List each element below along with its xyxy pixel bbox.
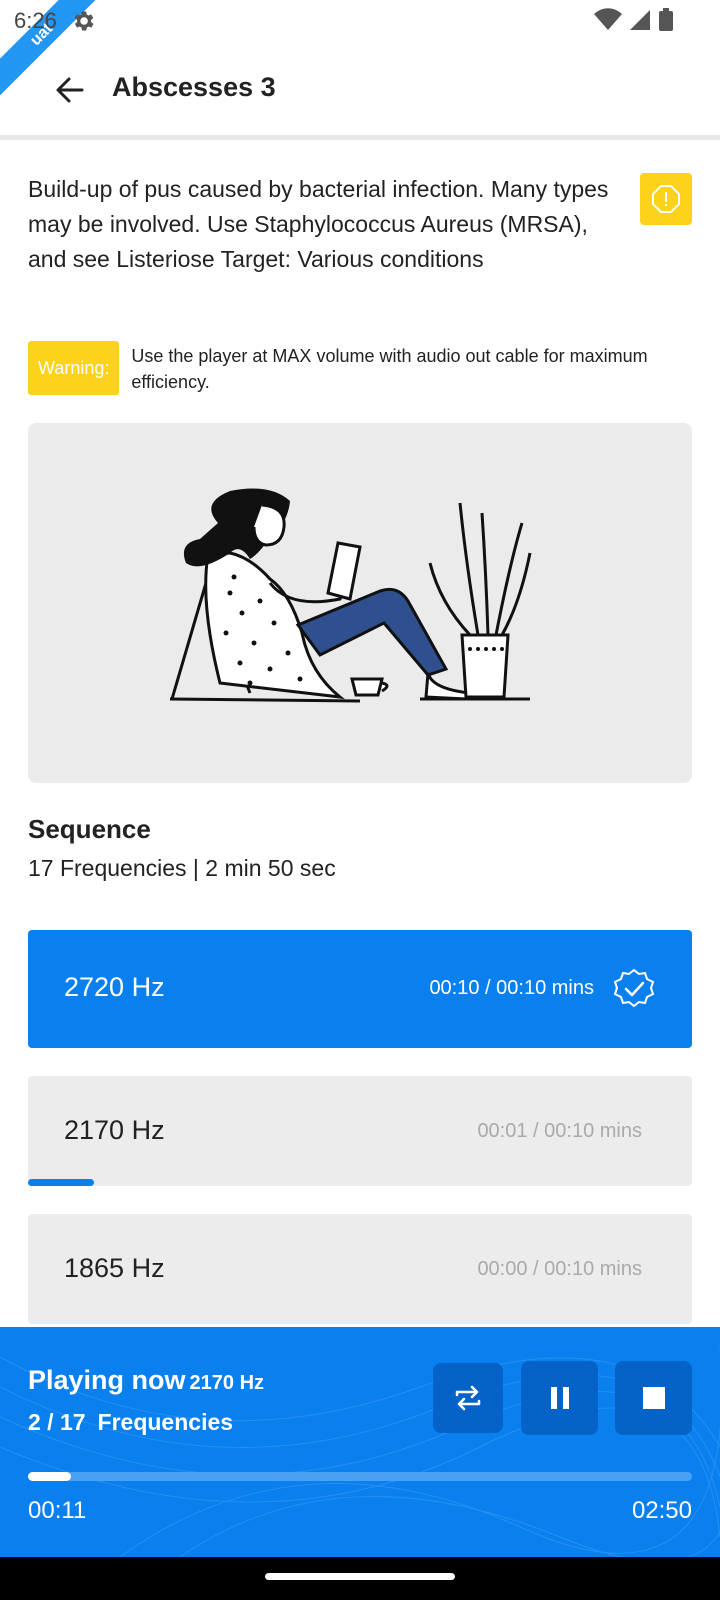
repeat-icon [455, 1385, 481, 1411]
info-button[interactable] [640, 173, 692, 225]
sequence-title: Sequence [28, 814, 151, 844]
warning-text: Use the player at MAX volume with audio … [131, 346, 648, 392]
pause-button[interactable] [521, 1361, 598, 1435]
warning-label: Warning: [28, 341, 120, 395]
signal-icon [630, 10, 650, 30]
total-time: 02:50 [631, 1497, 692, 1524]
wave-background [0, 1347, 720, 1557]
wifi-icon [594, 8, 622, 31]
arrow-left-icon [56, 77, 84, 103]
gear-icon [74, 11, 94, 31]
frequency-progress-bar [28, 1179, 95, 1186]
check-badge-icon [613, 968, 655, 1008]
illustration-card [28, 423, 692, 783]
frequency-hz: 1865 Hz [64, 1253, 165, 1283]
pause-icon [550, 1387, 569, 1409]
playing-now-hz: 2170 Hz [189, 1372, 265, 1394]
stop-icon [642, 1387, 665, 1409]
home-gesture-handle[interactable] [265, 1573, 455, 1580]
playing-now-text: Playing now [28, 1365, 186, 1395]
playing-now-label: Playing now 2170 Hz [28, 1365, 264, 1396]
back-button[interactable] [48, 68, 92, 112]
alert-octagon-icon [652, 185, 680, 213]
frequency-count-value: 2 / 17 [28, 1409, 86, 1435]
system-nav-bar [0, 1557, 720, 1600]
playback-progress-track[interactable] [28, 1472, 692, 1481]
now-playing-panel: Playing now 2170 Hz 2 / 17 Frequencies 00:… [0, 1327, 720, 1557]
app-bar: Abscesses 3 [0, 44, 720, 140]
frequency-time: 00:01 / 00:10 mins [477, 1120, 642, 1142]
playback-progress-fill [28, 1472, 72, 1481]
stop-button[interactable] [615, 1361, 692, 1435]
frequency-hz: 2720 Hz [64, 972, 165, 1002]
battery-icon [659, 8, 673, 31]
page-title: Abscesses 3 [112, 72, 276, 102]
status-bar: uat 6:26 [0, 0, 720, 101]
frequency-item-playing[interactable]: 2170 Hz 00:01 / 00:10 mins [28, 1076, 692, 1186]
woman-reading-illustration [170, 488, 532, 703]
elapsed-time: 00:11 [28, 1497, 87, 1524]
frequency-time: 00:00 / 00:10 mins [477, 1258, 642, 1280]
status-time: 6:26 [14, 8, 57, 33]
frequency-item-pending[interactable]: 1865 Hz 00:00 / 00:10 mins [28, 1214, 692, 1324]
repeat-button[interactable] [433, 1363, 503, 1433]
frequency-hz: 2170 Hz [64, 1115, 165, 1145]
description-text: Build-up of pus caused by bacterial infe… [28, 176, 609, 272]
frequency-count-label: Frequencies [97, 1409, 234, 1435]
frequency-item-completed[interactable]: 2720 Hz 00:10 / 00:10 mins [28, 930, 692, 1048]
frequency-time: 00:10 / 00:10 mins [429, 977, 594, 999]
frequency-count: 2 / 17 Frequencies [28, 1409, 233, 1436]
warning-row: Warning: Use the player at MAX volume wi… [28, 341, 692, 395]
sequence-subtitle: 17 Frequencies | 2 min 50 sec [28, 855, 336, 881]
